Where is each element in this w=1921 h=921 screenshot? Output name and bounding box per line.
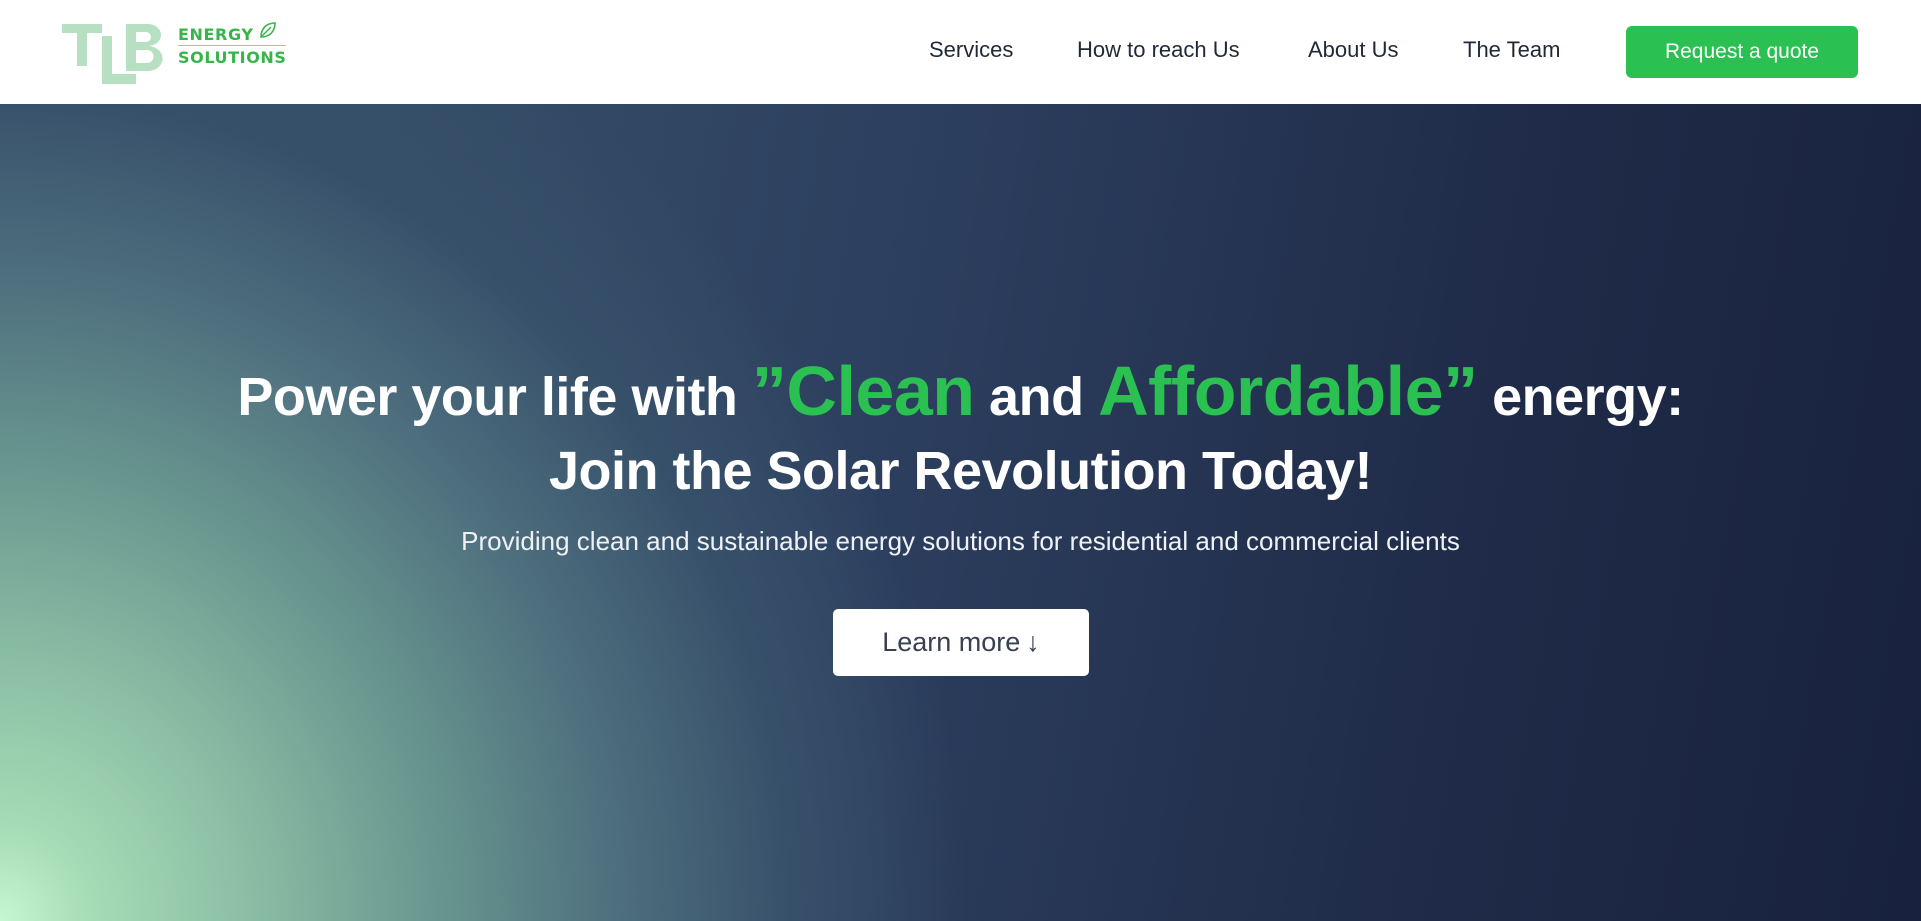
navbar: ENERGY SOLUTIONS Services How to reach U… [0,0,1921,104]
request-quote-button[interactable]: Request a quote [1626,26,1858,78]
nav-link-services[interactable]: Services [929,36,1013,64]
learn-more-label: Learn more [882,627,1021,657]
nav-link-how-to-reach-us[interactable]: How to reach Us [1077,36,1240,64]
headline-text-1: Power your life with [237,367,752,427]
headline-text-2: and [974,367,1099,427]
headline-highlight-affordable: Affordable” [1098,352,1478,430]
nav-link-the-team[interactable]: The Team [1463,36,1560,64]
hero-section: Power your life with ”Clean and Affordab… [0,104,1921,921]
nav-link-about-us[interactable]: About Us [1308,36,1399,64]
arrow-down-icon: ↓ [1026,627,1040,657]
hero-subtitle: Providing clean and sustainable energy s… [461,526,1460,556]
hero-headline: Power your life with ”Clean and Affordab… [0,354,1921,508]
headline-line-2: Join the Solar Revolution Today! [548,441,1373,501]
headline-highlight-clean: ”Clean [751,352,975,430]
headline-text-3: energy: [1477,367,1684,427]
learn-more-button[interactable]: Learn more ↓ [833,609,1089,676]
